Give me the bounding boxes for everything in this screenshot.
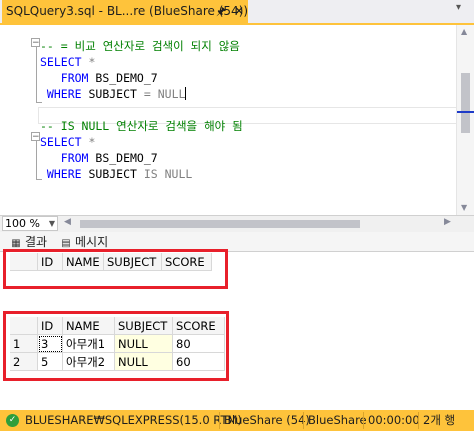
tab-results[interactable]: ▦ 결과 xyxy=(10,234,47,250)
results-grid-area: ID NAME SUBJECT SCORE ID NAME SUBJECT SC… xyxy=(0,249,474,407)
collapse-icon[interactable]: − xyxy=(31,38,40,48)
code-line[interactable]: SELECT * xyxy=(40,54,95,70)
code-token: BS_DEMO_7 xyxy=(88,151,158,165)
status-divider xyxy=(219,412,220,429)
code-token: -- = 비교 연산자로 검색이 되지 않음 xyxy=(40,39,240,53)
scroll-right-icon[interactable]: ▶ xyxy=(444,217,451,227)
outline-gutter: − − xyxy=(6,25,42,215)
code-token: -- IS NULL 연산자로 검색을 해야 됨 xyxy=(40,119,243,133)
horizontal-scrollbar-thumb[interactable] xyxy=(80,220,360,228)
code-line[interactable]: WHERE SUBJECT IS NULL xyxy=(40,166,192,182)
editor-vertical-scrollbar[interactable]: ▲ ▼ xyxy=(456,25,474,215)
tab-messages-label: 메시지 xyxy=(75,235,109,249)
code-line[interactable]: FROM BS_DEMO_7 xyxy=(40,70,158,86)
text-caret xyxy=(185,87,187,100)
code-token: SUBJECT xyxy=(81,167,144,181)
tab-messages[interactable]: ▤ 메시지 xyxy=(60,234,108,250)
scroll-down-icon[interactable]: ▼ xyxy=(461,203,467,212)
code-token: = xyxy=(143,87,151,101)
code-token: FROM xyxy=(40,71,89,85)
code-token: SELECT xyxy=(40,55,82,69)
scroll-left-icon[interactable]: ◀ xyxy=(64,217,71,227)
code-line[interactable]: -- IS NULL 연산자로 검색을 해야 됨 xyxy=(40,118,243,134)
code-line[interactable]: WHERE SUBJECT = NULL xyxy=(40,86,187,102)
status-elapsed: 00:00:00 xyxy=(368,413,420,427)
scrollbar-thumb[interactable] xyxy=(461,73,470,133)
status-login: BlueShare (54) xyxy=(224,413,310,427)
code-line[interactable]: SELECT * xyxy=(40,134,95,150)
code-token: BS_DEMO_7 xyxy=(88,71,158,85)
code-token: SUBJECT xyxy=(81,87,144,101)
status-divider xyxy=(363,412,364,429)
fold-line xyxy=(36,47,39,102)
scroll-up-icon[interactable]: ▲ xyxy=(461,27,467,36)
highlight-box xyxy=(3,249,228,289)
tab-results-label: 결과 xyxy=(25,235,48,249)
status-server: BLUESHARE₩SQLEXPRESS(15.0 RTM) xyxy=(25,413,242,427)
document-tab-bar: SQLQuery3.sql - BL...re (BlueShare (54))… xyxy=(0,0,474,25)
query-editor[interactable]: − − -- = 비교 연산자로 검색이 되지 않음 SELECT * FROM … xyxy=(0,25,474,215)
document-tab[interactable]: SQLQuery3.sql - BL...re (BlueShare (54))… xyxy=(2,0,248,23)
code-token: FROM xyxy=(40,151,89,165)
tab-overflow-icon[interactable]: ▾ xyxy=(456,2,461,13)
highlight-box xyxy=(3,311,229,381)
code-token: WHERE xyxy=(40,167,82,181)
code-token: SELECT xyxy=(40,135,82,149)
code-token: * xyxy=(81,135,96,149)
status-bar: ✓ BLUESHARE₩SQLEXPRESS(15.0 RTM) BlueSha… xyxy=(0,410,474,431)
chevron-down-icon: ▼ xyxy=(48,219,55,228)
code-line[interactable]: FROM BS_DEMO_7 xyxy=(40,150,158,166)
fold-end xyxy=(36,102,42,103)
code-token: * xyxy=(81,55,96,69)
status-divider xyxy=(303,412,304,429)
close-icon[interactable]: ✕ xyxy=(234,0,244,23)
status-database: BlueShare xyxy=(308,413,367,427)
check-icon: ✓ xyxy=(6,414,19,427)
pin-icon[interactable]: 🖈 xyxy=(216,0,226,23)
code-line[interactable]: -- = 비교 연산자로 검색이 되지 않음 xyxy=(40,38,240,54)
code-token: IS NULL xyxy=(143,167,193,181)
zoom-select[interactable]: 100 % ▼ xyxy=(2,216,58,231)
status-divider xyxy=(418,412,419,429)
code-token: WHERE xyxy=(40,87,82,101)
status-rows: 2개 행 xyxy=(423,413,456,427)
tab-title: SQLQuery3.sql - BL...re (BlueShare (54))… xyxy=(6,4,248,18)
fold-line xyxy=(36,141,39,179)
caret-position-marker xyxy=(457,111,474,113)
editor-bottom-bar: 100 % ▼ ◀ ▶ xyxy=(0,215,474,232)
zoom-value: 100 % xyxy=(5,217,40,230)
code-token: NULL xyxy=(150,87,186,101)
collapse-icon[interactable]: − xyxy=(31,132,40,142)
